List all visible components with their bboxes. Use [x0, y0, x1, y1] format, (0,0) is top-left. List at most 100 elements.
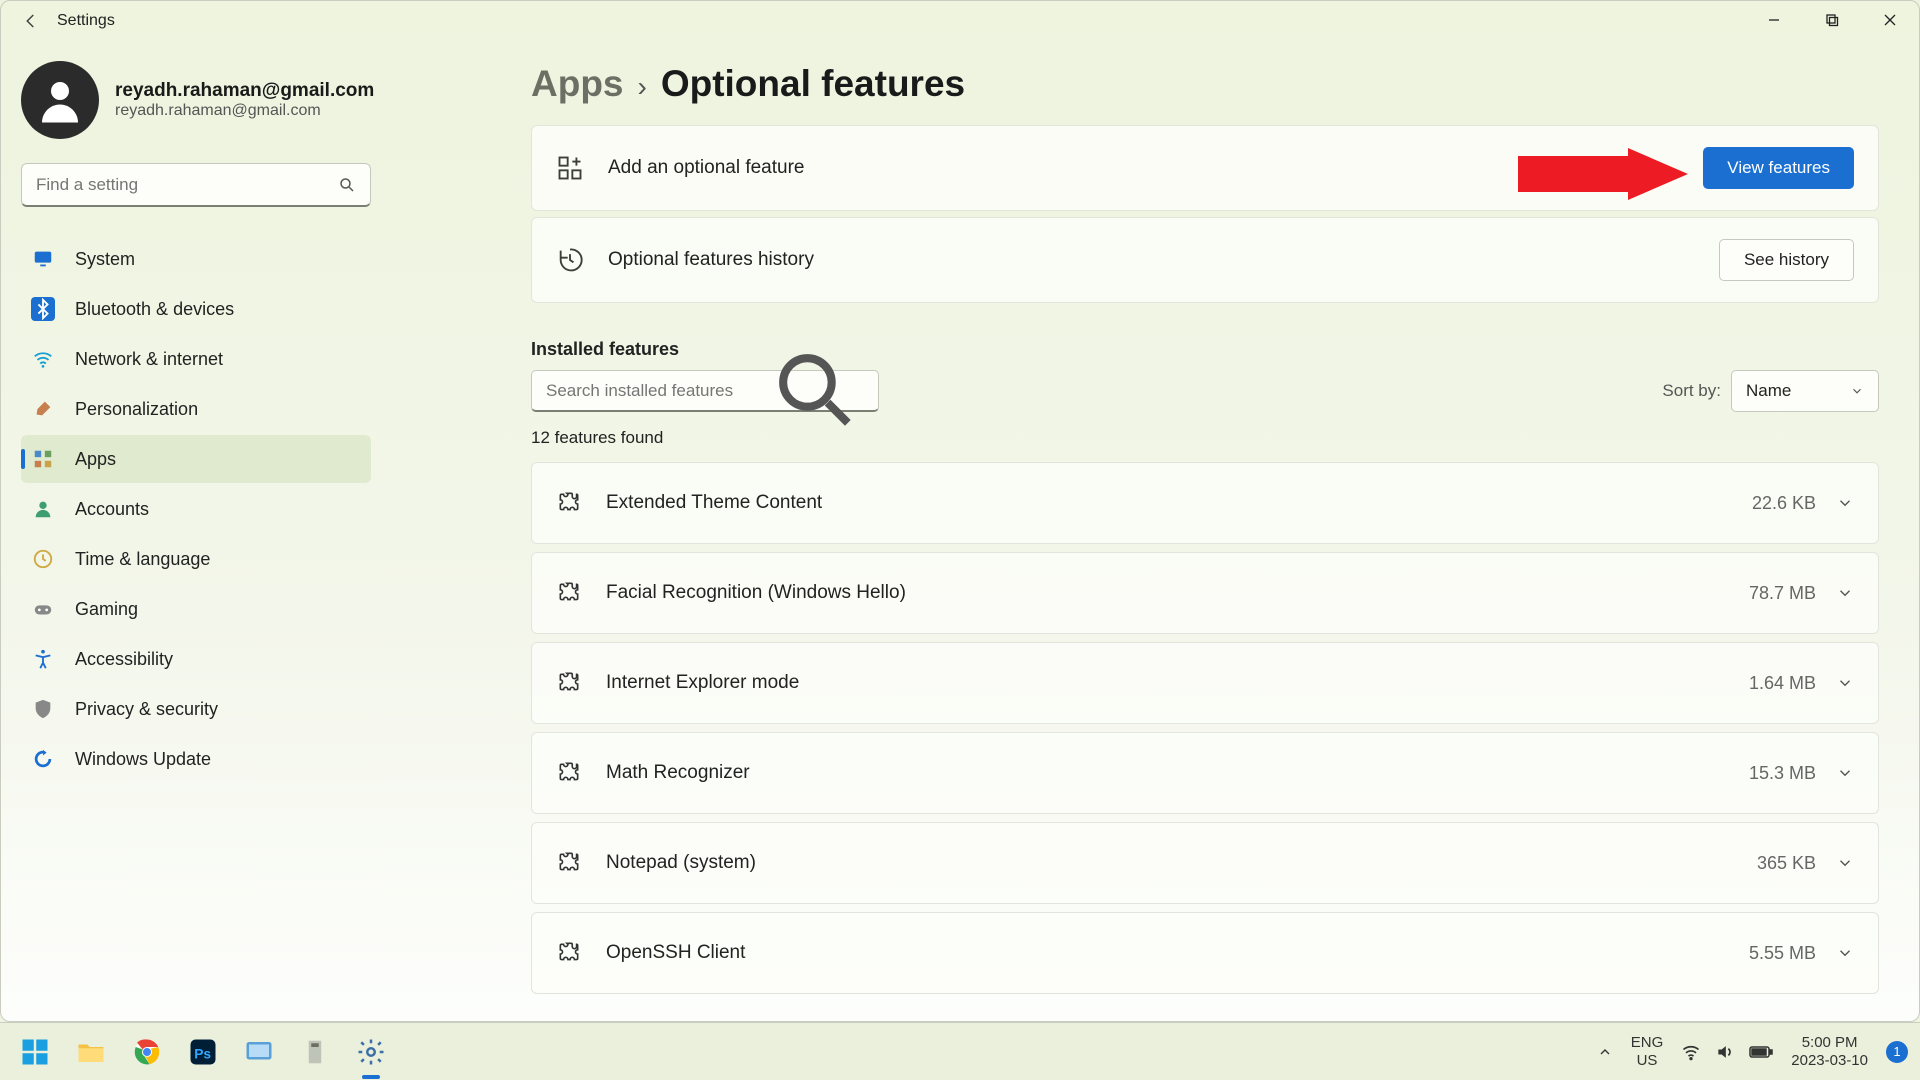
tray-overflow-icon[interactable]: [1597, 1044, 1613, 1060]
feature-row[interactable]: Notepad (system)365 KB: [531, 822, 1879, 904]
puzzle-icon: [556, 580, 582, 606]
chevron-down-icon: [1850, 384, 1864, 398]
installed-search[interactable]: [531, 370, 879, 412]
history-label: Optional features history: [608, 249, 1719, 271]
account-block[interactable]: reyadh.rahaman@gmail.com reyadh.rahaman@…: [21, 61, 391, 139]
feature-size: 1.64 MB: [1749, 673, 1816, 694]
task-settings[interactable]: [348, 1029, 394, 1075]
puzzle-icon: [556, 670, 582, 696]
puzzle-icon: [556, 940, 582, 966]
taskbar: Ps ENG US 5:00 PM 2023-03-10 1: [0, 1022, 1920, 1080]
nav-label: Bluetooth & devices: [75, 299, 234, 320]
feature-row[interactable]: Internet Explorer mode1.64 MB: [531, 642, 1879, 724]
feature-name: Extended Theme Content: [606, 492, 1752, 514]
nav-label: Windows Update: [75, 749, 211, 770]
task-photoshop[interactable]: Ps: [180, 1029, 226, 1075]
chevron-down-icon: [1836, 674, 1854, 692]
nav-item-apps[interactable]: Apps: [21, 435, 371, 483]
shield-icon: [31, 697, 55, 721]
brush-icon: [31, 397, 55, 421]
feature-row[interactable]: Facial Recognition (Windows Hello)78.7 M…: [531, 552, 1879, 634]
feature-size: 5.55 MB: [1749, 943, 1816, 964]
nav-label: Privacy & security: [75, 699, 218, 720]
nav-item-accounts[interactable]: Accounts: [21, 485, 371, 533]
tray-language[interactable]: ENG US: [1631, 1034, 1664, 1069]
feature-name: Notepad (system): [606, 852, 1757, 874]
sort-dropdown[interactable]: Name: [1731, 370, 1879, 412]
chevron-down-icon: [1836, 494, 1854, 512]
nav-item-personalization[interactable]: Personalization: [21, 385, 371, 433]
feature-size: 365 KB: [1757, 853, 1816, 874]
feature-name: Facial Recognition (Windows Hello): [606, 582, 1749, 604]
tray-clock[interactable]: 5:00 PM 2023-03-10: [1791, 1034, 1868, 1069]
minimize-button[interactable]: [1745, 1, 1803, 39]
breadcrumb: Apps › Optional features: [531, 63, 1879, 105]
installed-section-title: Installed features: [531, 339, 1879, 360]
nav-item-network-internet[interactable]: Network & internet: [21, 335, 371, 383]
breadcrumb-parent[interactable]: Apps: [531, 63, 624, 105]
sidebar-search[interactable]: [21, 163, 371, 207]
battery-icon[interactable]: [1749, 1042, 1773, 1062]
task-file-explorer[interactable]: [68, 1029, 114, 1075]
nav-item-time-language[interactable]: Time & language: [21, 535, 371, 583]
main-content: Apps › Optional features Add an optional…: [391, 41, 1919, 1021]
chevron-right-icon: ›: [638, 71, 647, 103]
account-email: reyadh.rahaman@gmail.com: [115, 80, 374, 102]
history-icon: [556, 246, 584, 274]
user-icon: [31, 497, 55, 521]
account-sub: reyadh.rahaman@gmail.com: [115, 102, 374, 120]
task-app-1[interactable]: [236, 1029, 282, 1075]
search-icon: [338, 176, 356, 194]
feature-row[interactable]: Math Recognizer15.3 MB: [531, 732, 1879, 814]
view-features-button[interactable]: View features: [1703, 147, 1854, 189]
nav-item-windows-update[interactable]: Windows Update: [21, 735, 371, 783]
annotation-red-arrow: [1518, 148, 1688, 200]
volume-icon[interactable]: [1715, 1042, 1735, 1062]
task-app-2[interactable]: [292, 1029, 338, 1075]
nav-label: Accounts: [75, 499, 149, 520]
back-button[interactable]: [11, 1, 51, 41]
feature-size: 22.6 KB: [1752, 493, 1816, 514]
close-button[interactable]: [1861, 1, 1919, 39]
nav-label: Accessibility: [75, 649, 173, 670]
chevron-down-icon: [1836, 944, 1854, 962]
chevron-down-icon: [1836, 854, 1854, 872]
puzzle-icon: [556, 760, 582, 786]
start-button[interactable]: [12, 1029, 58, 1075]
sidebar-search-input[interactable]: [36, 175, 338, 195]
notification-badge[interactable]: 1: [1886, 1041, 1908, 1063]
see-history-button[interactable]: See history: [1719, 239, 1854, 281]
chevron-down-icon: [1836, 584, 1854, 602]
nav-item-privacy-security[interactable]: Privacy & security: [21, 685, 371, 733]
avatar: [21, 61, 99, 139]
puzzle-icon: [556, 850, 582, 876]
nav-item-system[interactable]: System: [21, 235, 371, 283]
svg-text:Ps: Ps: [194, 1046, 211, 1061]
feature-row[interactable]: OpenSSH Client5.55 MB: [531, 912, 1879, 994]
installed-search-input[interactable]: [546, 381, 767, 401]
history-card: Optional features history See history: [531, 217, 1879, 303]
nav-item-accessibility[interactable]: Accessibility: [21, 635, 371, 683]
accessibility-icon: [31, 647, 55, 671]
wifi-icon[interactable]: [1681, 1042, 1701, 1062]
features-count: 12 features found: [531, 428, 1879, 448]
nav-label: System: [75, 249, 135, 270]
nav-label: Time & language: [75, 549, 210, 570]
feature-row[interactable]: Extended Theme Content22.6 KB: [531, 462, 1879, 544]
task-chrome[interactable]: [124, 1029, 170, 1075]
apps-icon: [31, 447, 55, 471]
nav-label: Apps: [75, 449, 116, 470]
clock-icon: [31, 547, 55, 571]
nav-item-gaming[interactable]: Gaming: [21, 585, 371, 633]
add-component-icon: [556, 154, 584, 182]
nav-item-bluetooth-devices[interactable]: Bluetooth & devices: [21, 285, 371, 333]
window-title: Settings: [57, 12, 115, 30]
feature-size: 78.7 MB: [1749, 583, 1816, 604]
feature-list: Extended Theme Content22.6 KBFacial Reco…: [531, 462, 1879, 994]
maximize-button[interactable]: [1803, 1, 1861, 39]
wifi-icon: [31, 347, 55, 371]
search-icon: [767, 342, 864, 439]
chevron-down-icon: [1836, 764, 1854, 782]
feature-name: OpenSSH Client: [606, 942, 1749, 964]
sidebar: reyadh.rahaman@gmail.com reyadh.rahaman@…: [1, 41, 391, 1021]
